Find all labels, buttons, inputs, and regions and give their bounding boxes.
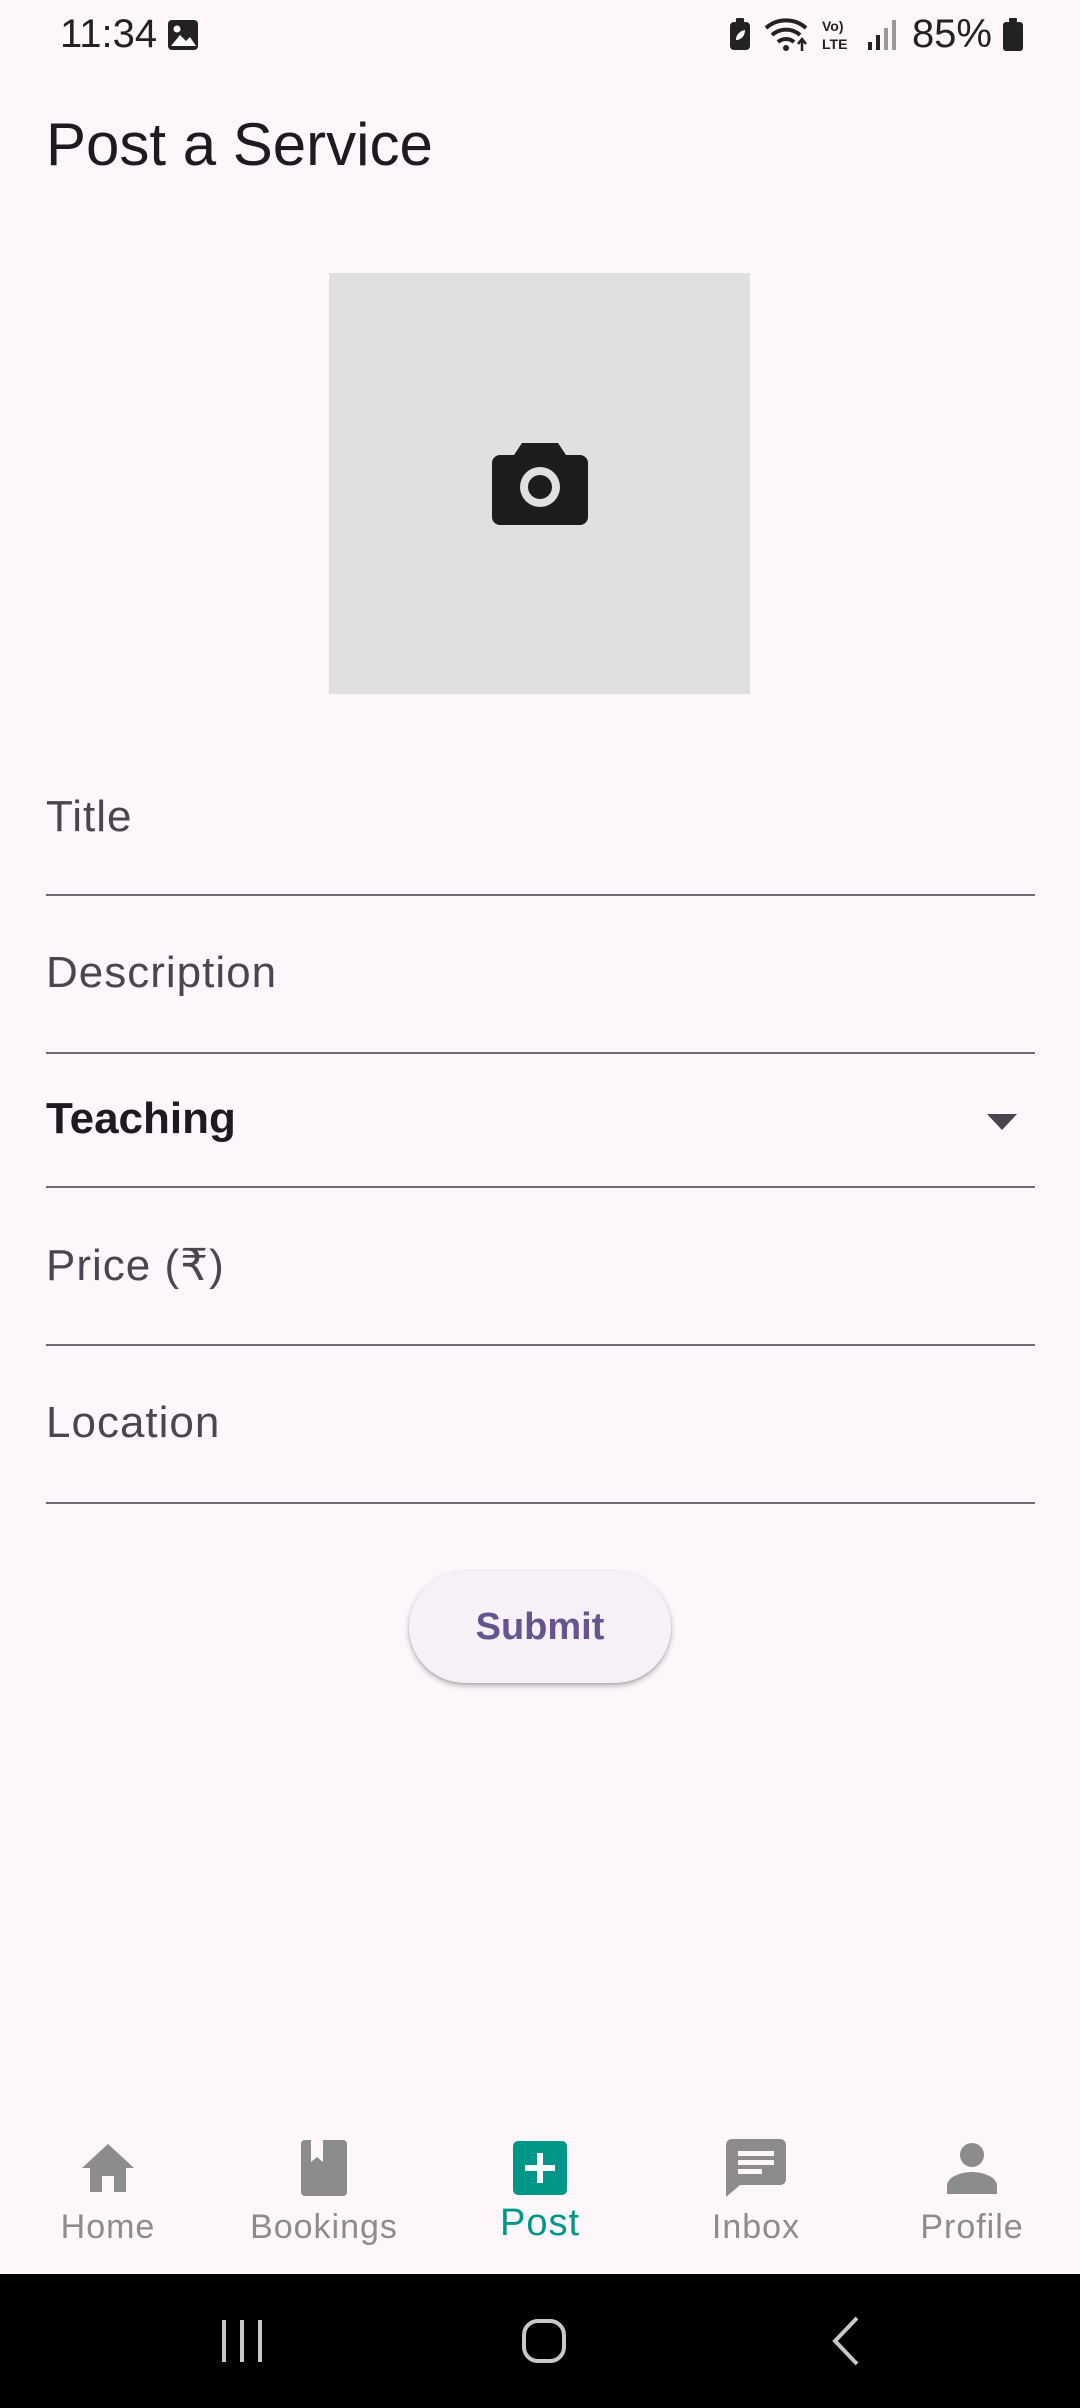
description-field[interactable]: Description <box>46 928 1035 1054</box>
gallery-icon <box>166 18 200 57</box>
price-field-label: Price (₹) <box>46 1241 225 1290</box>
nav-item-profile[interactable]: Profile <box>864 2106 1080 2274</box>
nav-label-inbox: Inbox <box>711 2208 801 2246</box>
battery-icon <box>1002 17 1024 52</box>
page-title: Post a Service <box>46 111 433 178</box>
camera-icon <box>491 437 588 530</box>
location-field[interactable]: Location <box>46 1346 1035 1504</box>
dropdown-arrow-icon <box>987 1114 1017 1135</box>
post-service-screen: 11:34 Vo) LTE 85% Post a Service Title D… <box>0 0 1080 2408</box>
svg-text:LTE: LTE <box>822 36 847 52</box>
wifi-icon <box>762 16 810 54</box>
signal-icon <box>866 18 898 52</box>
status-time: 11:34 <box>60 12 158 56</box>
recent-apps-icon <box>222 2320 262 2362</box>
price-field[interactable]: Price (₹) <box>46 1188 1035 1346</box>
battery-saver-icon <box>728 17 752 52</box>
person-icon <box>947 2136 997 2200</box>
status-icons: Vo) LTE 85% <box>728 12 1024 57</box>
recent-apps-button[interactable] <box>182 2274 302 2408</box>
category-selected-value: Teaching <box>46 1094 236 1143</box>
svg-text:Vo): Vo) <box>822 18 844 34</box>
system-navigation-bar <box>0 2274 1080 2408</box>
nav-label-home: Home <box>60 2208 156 2246</box>
back-system-button[interactable] <box>786 2274 906 2408</box>
submit-button[interactable]: Submit <box>409 1571 671 1683</box>
title-field[interactable]: Title <box>46 770 1035 896</box>
add-box-icon <box>513 2136 567 2200</box>
chat-icon <box>726 2136 786 2200</box>
home-circle-icon <box>522 2319 566 2363</box>
photo-picker[interactable] <box>329 273 750 694</box>
nav-label-bookings: Bookings <box>250 2208 398 2246</box>
home-system-button[interactable] <box>484 2274 604 2408</box>
home-icon <box>80 2136 136 2200</box>
book-icon <box>301 2136 347 2200</box>
back-chevron-icon <box>832 2316 859 2366</box>
title-field-label: Title <box>46 792 133 841</box>
nav-item-bookings[interactable]: Bookings <box>216 2106 432 2274</box>
bottom-navigation: Home Bookings Post Inbox Profile <box>0 2106 1080 2274</box>
nav-item-post[interactable]: Post <box>432 2106 648 2274</box>
category-dropdown[interactable]: Teaching <box>46 1054 1035 1188</box>
battery-percent: 85% <box>911 12 992 56</box>
nav-label-post: Post <box>499 2202 581 2244</box>
location-field-label: Location <box>46 1398 221 1447</box>
nav-item-home[interactable]: Home <box>0 2106 216 2274</box>
nav-item-inbox[interactable]: Inbox <box>648 2106 864 2274</box>
description-field-label: Description <box>46 948 278 997</box>
status-bar: 11:34 Vo) LTE 85% <box>0 0 1080 70</box>
volte-icon: Vo) LTE <box>820 16 856 54</box>
nav-label-profile: Profile <box>920 2208 1024 2246</box>
